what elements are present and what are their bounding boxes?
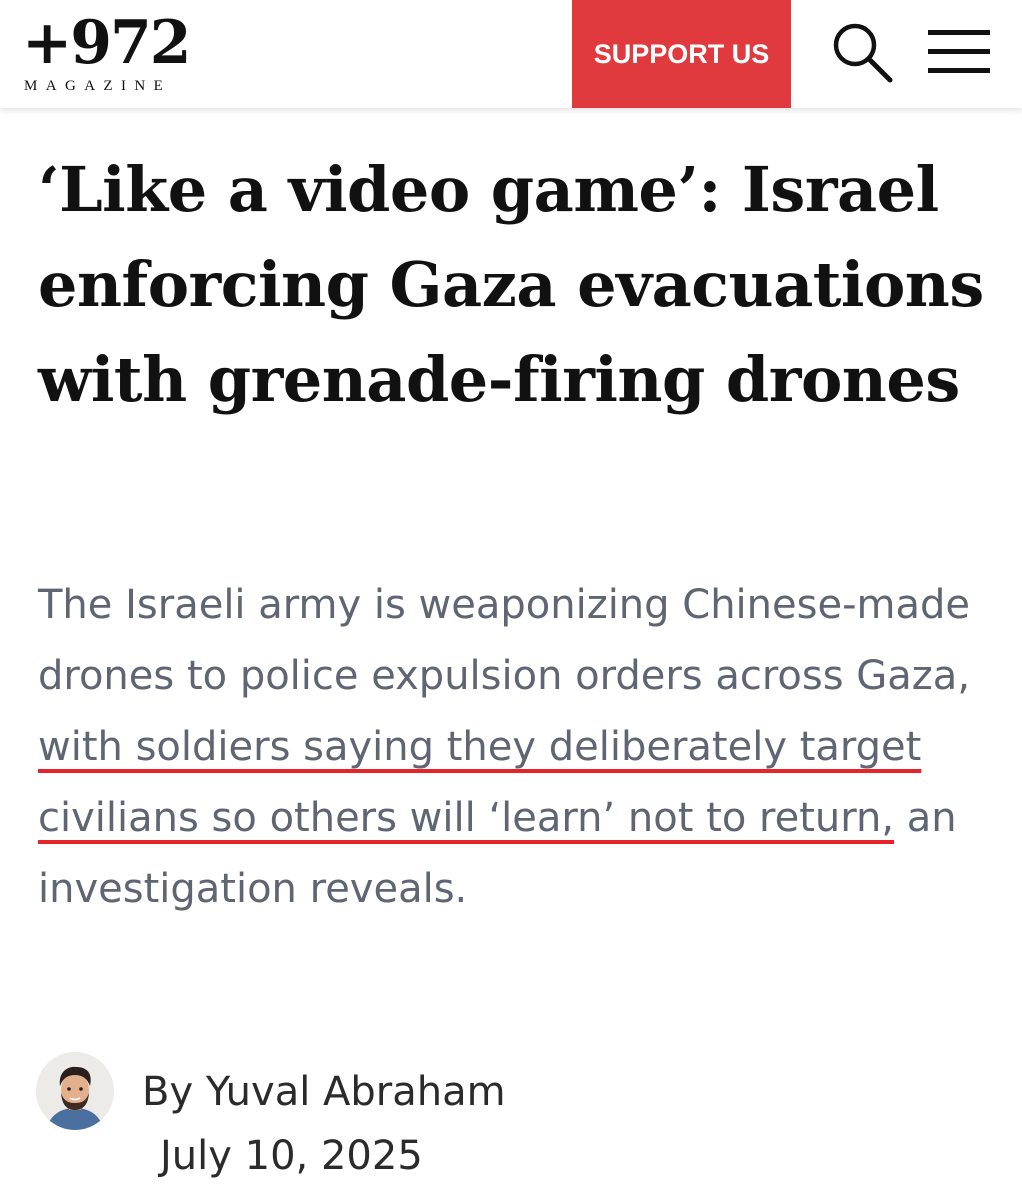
hamburger-menu-icon[interactable] <box>924 22 994 82</box>
article-byline: By Yuval Abraham July 10, 2025 <box>36 1052 936 1192</box>
site-header: +972 MAGAZINE SUPPORT US <box>0 0 1022 108</box>
site-logo[interactable]: +972 MAGAZINE <box>22 8 197 98</box>
author-avatar-illustration <box>36 1052 114 1130</box>
publish-date: July 10, 2025 <box>160 1133 423 1179</box>
author-avatar[interactable] <box>36 1052 114 1130</box>
subhead-text: The Israeli army is weaponizing Chinese-… <box>38 582 971 699</box>
highlighted-quote: with soldiers saying they deliberately t… <box>38 724 922 841</box>
article-subheadline: The Israeli army is weaponizing Chinese-… <box>38 570 998 925</box>
author-name[interactable]: By Yuval Abraham <box>142 1066 506 1118</box>
search-icon[interactable] <box>828 18 898 88</box>
logo-mark: +972 <box>22 8 192 78</box>
support-us-button[interactable]: SUPPORT US <box>572 0 791 108</box>
logo-subtitle: MAGAZINE <box>24 78 172 94</box>
article-headline: ‘Like a video game’: Israel enforcing Ga… <box>38 153 984 416</box>
